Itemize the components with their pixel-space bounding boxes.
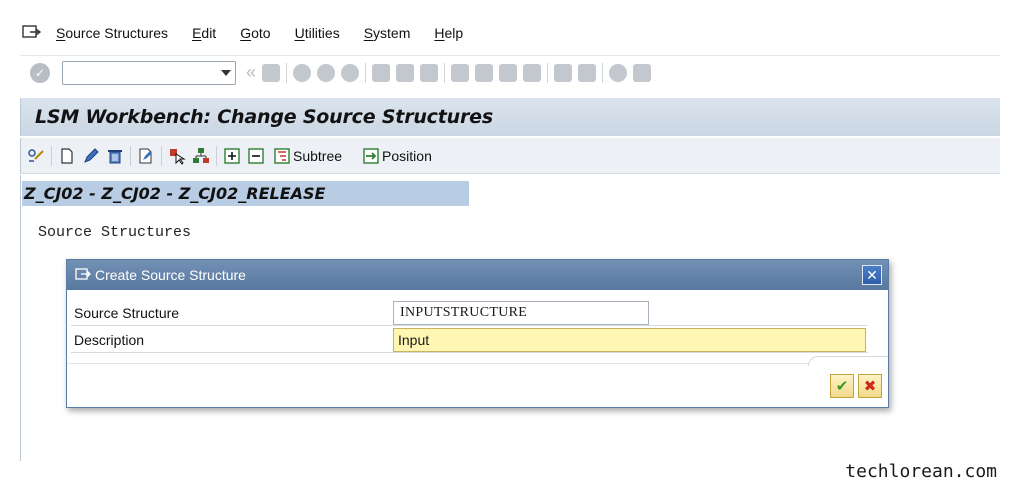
footer-divider [808,356,888,366]
cancel-icon[interactable] [341,63,360,82]
dialog-title-bar[interactable]: Create Source Structure ✕ [67,260,888,290]
command-field[interactable] [62,60,236,85]
toolbar-separator [602,62,604,83]
toolbar-separator [51,145,52,166]
continue-button[interactable]: ✔ [830,374,854,398]
source-structure-row: Source Structure INPUTSTRUCTURE [71,300,868,326]
print-icon[interactable] [372,63,391,82]
structure-path-header: Z_CJ02 - Z_CJ02 - Z_CJ02_RELEASE [22,181,469,206]
back-arrow-icon[interactable]: « [246,62,256,83]
first-page-icon[interactable] [451,63,470,82]
position-button[interactable]: Position [362,147,432,165]
application-toolbar: Subtree Position [20,138,1000,174]
menu-source-structures[interactable]: Source Structures [56,25,168,41]
toolbar-separator [130,145,131,166]
position-label: Position [382,147,432,164]
description-row: Description Input [71,327,868,353]
dialog-footer: ✔ ✖ [67,356,888,407]
source-structure-label: Source Structure [74,304,180,321]
hierarchy-icon[interactable] [192,147,210,165]
dialog-window-icon [75,268,91,282]
dialog-title: Create Source Structure [95,267,246,283]
collapse-node-icon[interactable] [247,147,265,165]
find-icon[interactable] [396,63,415,82]
next-page-icon[interactable] [499,63,518,82]
display-change-icon[interactable] [27,147,45,165]
structure-path-text: Z_CJ02 - Z_CJ02 - Z_CJ02_RELEASE [24,184,326,203]
subtree-label: Subtree [293,147,343,164]
create-icon[interactable] [58,147,76,165]
menu-help[interactable]: Help [434,25,463,41]
toolbar-separator [444,62,446,83]
create-source-structure-dialog: Create Source Structure ✕ Source Structu… [66,259,889,408]
cancel-button[interactable]: ✖ [858,374,882,398]
select-cursor-icon[interactable] [168,147,186,165]
source-structure-input[interactable]: INPUTSTRUCTURE [393,300,649,325]
close-icon[interactable]: ✕ [862,265,882,285]
expand-node-icon[interactable] [223,147,241,165]
command-input[interactable] [63,61,213,84]
menu-edit[interactable]: Edit [192,25,216,41]
menu-goto[interactable]: Goto [240,25,270,41]
toolbar-separator [365,62,367,83]
delete-trash-icon[interactable] [106,147,124,165]
watermark: techlorean.com [845,461,997,482]
standard-toolbar: ✓ « [20,55,1000,89]
dialog-body: Source Structure INPUTSTRUCTURE Descript… [67,290,888,407]
tree-root-node[interactable]: Source Structures [38,224,191,241]
description-label: Description [74,331,145,348]
command-dropdown-icon[interactable] [221,69,231,76]
find-next-icon[interactable] [420,63,439,82]
exit-icon[interactable] [317,63,336,82]
description-input[interactable]: Input [393,327,866,352]
menu-system[interactable]: System [364,25,411,41]
new-session-icon[interactable] [554,63,573,82]
edit-document-icon[interactable] [137,147,155,165]
page-title: LSM Workbench: Change Source Structures [35,106,493,128]
menu-utilities[interactable]: Utilities [295,25,340,41]
change-pencil-icon[interactable] [82,147,100,165]
enter-check-icon[interactable]: ✓ [30,62,50,83]
toolbar-separator [216,145,217,166]
toolbar-separator [161,145,162,166]
subtree-button[interactable]: Subtree [273,147,342,165]
help-icon[interactable] [609,63,628,82]
toolbar-separator [547,62,549,83]
toolbar-separator [286,62,288,83]
last-page-icon[interactable] [523,63,542,82]
back-icon[interactable] [293,63,312,82]
previous-page-icon[interactable] [475,63,494,82]
position-icon [362,147,380,165]
screen-title-bar: LSM Workbench: Change Source Structures [20,98,1000,136]
save-icon[interactable] [262,63,281,82]
exit-app-icon[interactable] [22,25,44,41]
subtree-icon [273,147,291,165]
menu-bar: Source Structures Edit Goto Utilities Sy… [20,14,1000,52]
shortcut-icon[interactable] [578,63,597,82]
layout-menu-icon[interactable] [633,63,652,82]
